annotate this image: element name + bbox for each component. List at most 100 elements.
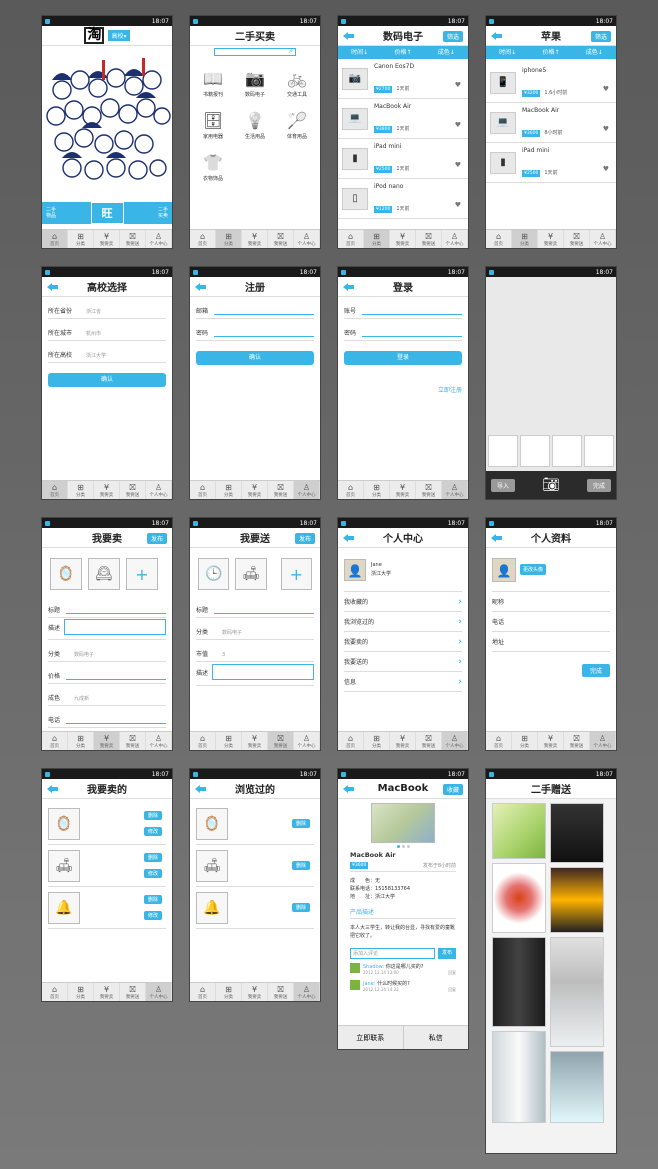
tab-item[interactable]: ♙ 个人中心 [590, 732, 616, 750]
delete-button[interactable]: 删除 [291, 903, 310, 912]
me-menu-item[interactable]: 我要送的 › [344, 652, 462, 672]
sort-option[interactable]: 价格↑ [529, 46, 572, 59]
register-link[interactable]: 立即注册 [438, 385, 462, 394]
delete-button[interactable]: 删除 [143, 895, 162, 904]
sort-option[interactable]: 价格↑ [381, 46, 424, 59]
sort-option[interactable]: 成色↓ [573, 46, 616, 59]
category-item[interactable]: 🏸 体育用品 [276, 104, 318, 146]
tab-item[interactable]: ⊞ 分类 [512, 732, 538, 750]
photo-slot[interactable] [584, 435, 614, 467]
tab-item[interactable]: ¥ 我要卖 [390, 481, 416, 499]
tab-item[interactable]: ⊞ 分类 [512, 230, 538, 248]
tab-item[interactable]: ¥ 我要卖 [94, 983, 120, 1001]
tab-item[interactable]: ♙ 个人中心 [146, 732, 172, 750]
tab-item[interactable]: ⌂ 首页 [190, 481, 216, 499]
product-photo[interactable] [371, 803, 435, 843]
back-arrow-icon[interactable] [343, 785, 354, 793]
tab-item[interactable]: ♙ 个人中心 [442, 230, 468, 248]
me-menu-item[interactable]: 信息 › [344, 672, 462, 692]
tab-item[interactable]: ⛝ 我要送 [416, 732, 442, 750]
product-row[interactable]: ▯ iPod nano ¥1200 1天前 ♥ [338, 179, 468, 219]
camera-shutter-icon[interactable]: 📷︎ [542, 477, 560, 493]
title-field[interactable]: 标题 [196, 596, 314, 618]
email-field[interactable]: 邮箱 [196, 297, 314, 319]
password-field[interactable]: 密码 [196, 319, 314, 341]
tab-item[interactable]: ⊞ 分类 [364, 481, 390, 499]
tab-item[interactable]: ⊞ 分类 [364, 732, 390, 750]
price-field[interactable]: 价格 [48, 662, 166, 684]
back-arrow-icon[interactable] [195, 785, 206, 793]
edit-button[interactable]: 修改 [143, 911, 162, 920]
back-arrow-icon[interactable] [343, 534, 354, 542]
tab-item[interactable]: ⛝ 我要送 [268, 481, 294, 499]
add-photo-icon[interactable]: + [126, 558, 158, 590]
tab-item[interactable]: ⌂ 首页 [190, 732, 216, 750]
tab-item[interactable]: ♙ 个人中心 [146, 481, 172, 499]
tab-item[interactable]: ⌂ 首页 [42, 983, 68, 1001]
tab-item[interactable]: ¥ 我要卖 [390, 732, 416, 750]
me-menu-item[interactable]: 我收藏的 › [344, 592, 462, 612]
list-item[interactable]: 🪞 删除 修改 [48, 803, 166, 845]
private-message-button[interactable]: 私信 [404, 1026, 469, 1049]
banner-center-badge[interactable]: 旺 [90, 202, 124, 224]
back-arrow-icon[interactable] [47, 785, 58, 793]
address-field[interactable]: 地址 [492, 632, 610, 652]
tab-item[interactable]: ⌂ 首页 [42, 732, 68, 750]
back-arrow-icon[interactable] [343, 32, 354, 40]
heart-icon[interactable]: ♥ [603, 85, 609, 93]
heart-icon[interactable]: ♥ [455, 121, 461, 129]
filter-button[interactable]: 筛选 [442, 31, 463, 42]
photo-slot[interactable] [520, 435, 550, 467]
product-row[interactable]: ▮ iPad mini ¥2500 1天前 ♥ [338, 139, 468, 179]
tab-item[interactable]: ¥ 我要卖 [242, 481, 268, 499]
photo-thumb-clock[interactable]: 🕰 [88, 558, 120, 590]
publish-button[interactable]: 发布 [146, 533, 167, 544]
tab-item[interactable]: ⌂ 首页 [338, 732, 364, 750]
account-field[interactable]: 账号 [344, 297, 462, 319]
category-item[interactable]: 🗄 家用电器 [192, 104, 234, 146]
tab-item[interactable]: ⊞ 分类 [216, 732, 242, 750]
heart-icon[interactable]: ♥ [603, 125, 609, 133]
nickname-field[interactable]: 昵称 [492, 592, 610, 612]
reply-link[interactable]: 回复 [448, 987, 456, 993]
tab-item[interactable]: ¥ 我要卖 [538, 230, 564, 248]
reply-link[interactable]: 回复 [448, 970, 456, 976]
list-item[interactable]: 🔔 删除 修改 [48, 887, 166, 929]
school-field[interactable]: 所在高校 浙江大学 [48, 341, 166, 363]
tab-item[interactable]: ♙ 个人中心 [294, 230, 320, 248]
tab-item[interactable]: ⛝ 我要送 [416, 481, 442, 499]
confirm-button[interactable]: 确认 [196, 351, 314, 365]
tab-item[interactable]: ⊞ 分类 [216, 230, 242, 248]
tab-item[interactable]: ⊞ 分类 [216, 481, 242, 499]
delete-button[interactable]: 删除 [291, 861, 310, 870]
me-menu-item[interactable]: 我浏览过的 › [344, 612, 462, 632]
sort-option[interactable]: 成色↓ [425, 46, 468, 59]
school-select-button[interactable]: 高校▾ [108, 30, 130, 41]
gift-photo[interactable] [492, 863, 546, 933]
tab-item[interactable]: ⌂ 首页 [486, 732, 512, 750]
photo-thumb-mirror[interactable]: 🪞 [50, 558, 82, 590]
tab-item[interactable]: ⊞ 分类 [68, 481, 94, 499]
tab-item[interactable]: ¥ 我要卖 [242, 983, 268, 1001]
category-field[interactable]: 分类 数码电子 [196, 618, 314, 640]
sort-option[interactable]: 时间↓ [486, 46, 529, 59]
category-field[interactable]: 分类 数码电子 [48, 640, 166, 662]
contact-now-button[interactable]: 立即联系 [338, 1026, 404, 1049]
tab-item[interactable]: ♙ 个人中心 [146, 983, 172, 1001]
tab-item[interactable]: ♙ 个人中心 [442, 481, 468, 499]
description-field[interactable]: 描述 [196, 662, 314, 686]
product-row[interactable]: 📷 Canon Eos7D ¥2700 1天前 ♥ [338, 59, 468, 99]
heart-icon[interactable]: ♥ [455, 201, 461, 209]
back-arrow-icon[interactable] [343, 283, 354, 291]
filter-button[interactable]: 筛选 [590, 31, 611, 42]
gift-photo[interactable] [550, 1051, 604, 1123]
category-item[interactable]: 💡 生活用品 [234, 104, 276, 146]
category-item[interactable]: 🚲 交通工具 [276, 62, 318, 104]
tab-item[interactable]: ¥ 我要卖 [94, 481, 120, 499]
tab-item[interactable]: ⌂ 首页 [42, 230, 68, 248]
tab-item[interactable]: ⊞ 分类 [68, 732, 94, 750]
heart-icon[interactable]: ♥ [603, 165, 609, 173]
condition-field[interactable]: 成色 九成新 [48, 684, 166, 706]
me-menu-item[interactable]: 我要卖的 › [344, 632, 462, 652]
gift-photo[interactable] [492, 803, 546, 859]
